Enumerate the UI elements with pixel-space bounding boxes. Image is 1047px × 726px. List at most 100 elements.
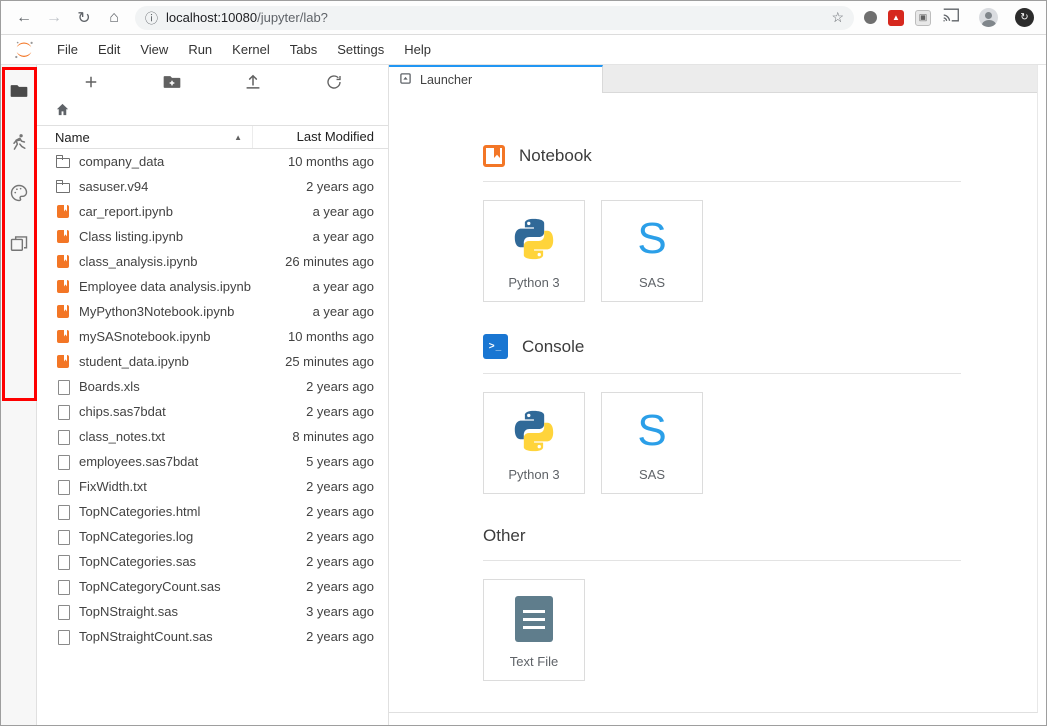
refresh-button[interactable] bbox=[320, 69, 348, 95]
reload-button[interactable]: ↻ bbox=[71, 5, 97, 31]
home-breadcrumb-icon[interactable] bbox=[55, 102, 70, 122]
launcher-card-python3-notebook[interactable]: Python 3 bbox=[483, 200, 585, 302]
launcher-tab-label: Launcher bbox=[420, 73, 473, 87]
file-row[interactable]: TopNCategories.html 2 years ago bbox=[37, 499, 388, 524]
file-name: Boards.xls bbox=[79, 379, 140, 394]
other-section-header: Other bbox=[483, 526, 1037, 546]
launcher-card-sas-notebook[interactable]: S SAS bbox=[601, 200, 703, 302]
file-type-icon bbox=[55, 254, 71, 270]
home-button[interactable]: ⌂ bbox=[101, 5, 127, 31]
file-row[interactable]: car_report.ipynb a year ago bbox=[37, 199, 388, 224]
bookmark-star-icon[interactable]: ☆ bbox=[831, 9, 844, 26]
menu-item[interactable]: Help bbox=[394, 35, 441, 65]
file-row[interactable]: employees.sas7bdat 5 years ago bbox=[37, 449, 388, 474]
breadcrumb bbox=[37, 99, 388, 125]
launcher-card-sas-console[interactable]: S SAS bbox=[601, 392, 703, 494]
file-row[interactable]: TopNCategories.log 2 years ago bbox=[37, 524, 388, 549]
menu-item[interactable]: Edit bbox=[88, 35, 130, 65]
file-modified: 10 months ago bbox=[287, 154, 374, 169]
file-row[interactable]: class_analysis.ipynb 26 minutes ago bbox=[37, 249, 388, 274]
file-row[interactable]: company_data 10 months ago bbox=[37, 149, 388, 174]
file-type-icon bbox=[55, 554, 71, 570]
modified-column-header[interactable]: Last Modified bbox=[252, 126, 388, 148]
launcher-tab[interactable]: Launcher bbox=[389, 65, 603, 93]
file-name: class_notes.txt bbox=[79, 429, 165, 444]
file-row[interactable]: class_notes.txt 8 minutes ago bbox=[37, 424, 388, 449]
file-row[interactable]: student_data.ipynb 25 minutes ago bbox=[37, 349, 388, 374]
url-path: /jupyter/lab? bbox=[257, 10, 328, 25]
section-divider bbox=[483, 373, 961, 374]
running-sessions-icon[interactable] bbox=[9, 132, 29, 152]
file-modified: 3 years ago bbox=[306, 604, 374, 619]
file-name: Employee data analysis.ipynb bbox=[79, 279, 251, 294]
file-name: TopNStraightCount.sas bbox=[79, 629, 213, 644]
file-browser-toolbar bbox=[37, 65, 388, 99]
file-browser-panel: Name ▲ Last Modified company_data 10 mon… bbox=[37, 65, 389, 725]
extension-circle-icon[interactable] bbox=[864, 11, 877, 24]
jupyter-menubar: File Edit View Run Kernel Tabs Settings Help bbox=[1, 35, 1046, 65]
menu-item[interactable]: Settings bbox=[327, 35, 394, 65]
menu-item[interactable]: File bbox=[47, 35, 88, 65]
file-modified: a year ago bbox=[312, 279, 374, 294]
file-row[interactable]: mySASnotebook.ipynb 10 months ago bbox=[37, 324, 388, 349]
browser-toolbar: ← → ↻ ⌂ ⓘ localhost:10080/jupyter/lab? ☆… bbox=[1, 1, 1046, 35]
open-tabs-icon[interactable] bbox=[9, 234, 29, 254]
site-info-icon[interactable]: ⓘ bbox=[145, 8, 158, 27]
file-name: mySASnotebook.ipynb bbox=[79, 329, 211, 344]
file-name: chips.sas7bdat bbox=[79, 404, 166, 419]
cast-icon[interactable] bbox=[942, 7, 960, 28]
menu-item[interactable]: View bbox=[130, 35, 178, 65]
file-modified: 2 years ago bbox=[306, 554, 374, 569]
file-name: sasuser.v94 bbox=[79, 179, 149, 194]
forward-button[interactable]: → bbox=[41, 5, 67, 31]
menu-item[interactable]: Tabs bbox=[280, 35, 327, 65]
file-row[interactable]: Employee data analysis.ipynb a year ago bbox=[37, 274, 388, 299]
file-row[interactable]: Class listing.ipynb a year ago bbox=[37, 224, 388, 249]
file-type-icon bbox=[55, 579, 71, 595]
file-row[interactable]: Boards.xls 2 years ago bbox=[37, 374, 388, 399]
sas-icon: S bbox=[637, 406, 667, 455]
file-name: TopNStraight.sas bbox=[79, 604, 178, 619]
notebook-cards: Python 3 S SAS bbox=[483, 200, 1037, 302]
file-browser-icon[interactable] bbox=[9, 81, 29, 101]
file-modified: 2 years ago bbox=[306, 179, 374, 194]
file-type-icon bbox=[55, 504, 71, 520]
file-row[interactable]: MyPython3Notebook.ipynb a year ago bbox=[37, 299, 388, 324]
upload-button[interactable] bbox=[239, 69, 267, 95]
name-column-header[interactable]: Name ▲ bbox=[37, 126, 252, 148]
extension-generic-icon[interactable]: ▣ bbox=[915, 9, 931, 26]
file-name: car_report.ipynb bbox=[79, 204, 173, 219]
file-modified: 5 years ago bbox=[306, 454, 374, 469]
file-row[interactable]: TopNCategories.sas 2 years ago bbox=[37, 549, 388, 574]
card-label: Python 3 bbox=[508, 467, 560, 482]
file-name: company_data bbox=[79, 154, 165, 169]
new-folder-button[interactable] bbox=[158, 69, 186, 95]
other-cards: Text File bbox=[483, 579, 1037, 681]
menu-item[interactable]: Run bbox=[178, 35, 222, 65]
sync-icon[interactable]: ↻ bbox=[1015, 8, 1034, 27]
profile-avatar[interactable] bbox=[979, 8, 998, 27]
file-modified: a year ago bbox=[312, 229, 374, 244]
file-name: TopNCategoryCount.sas bbox=[79, 579, 221, 594]
console-icon: >_ bbox=[483, 334, 508, 359]
menu-item[interactable]: Kernel bbox=[222, 35, 280, 65]
launcher-card-python3-console[interactable]: Python 3 bbox=[483, 392, 585, 494]
file-type-icon bbox=[55, 154, 71, 170]
file-type-icon bbox=[55, 379, 71, 395]
adobe-acrobat-icon[interactable]: ▲ bbox=[888, 9, 904, 26]
file-modified: 2 years ago bbox=[306, 579, 374, 594]
file-type-icon bbox=[55, 429, 71, 445]
commands-palette-icon[interactable] bbox=[9, 183, 29, 203]
file-row[interactable]: TopNCategoryCount.sas 2 years ago bbox=[37, 574, 388, 599]
launcher-card-text-file[interactable]: Text File bbox=[483, 579, 585, 681]
back-button[interactable]: ← bbox=[11, 5, 37, 31]
launcher-tab-icon bbox=[399, 72, 412, 88]
console-section-header: >_ Console bbox=[483, 334, 1037, 359]
file-row[interactable]: sasuser.v94 2 years ago bbox=[37, 174, 388, 199]
file-row[interactable]: FixWidth.txt 2 years ago bbox=[37, 474, 388, 499]
file-row[interactable]: chips.sas7bdat 2 years ago bbox=[37, 399, 388, 424]
new-launcher-button[interactable] bbox=[77, 69, 105, 95]
address-bar[interactable]: ⓘ localhost:10080/jupyter/lab? ☆ bbox=[135, 5, 854, 30]
file-row[interactable]: TopNStraight.sas 3 years ago bbox=[37, 599, 388, 624]
file-row[interactable]: TopNStraightCount.sas 2 years ago bbox=[37, 624, 388, 649]
